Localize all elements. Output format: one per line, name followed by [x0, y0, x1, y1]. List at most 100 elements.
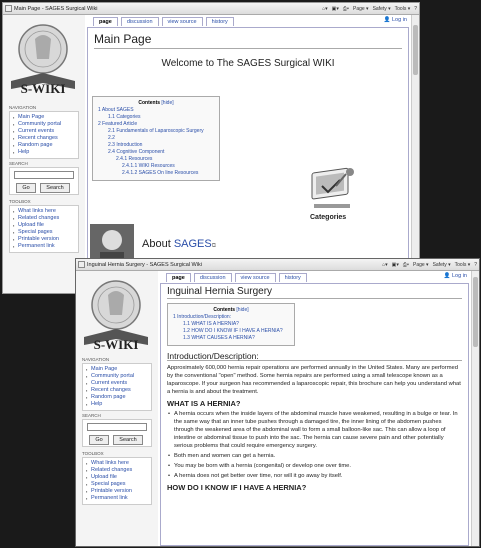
hernia-bullet-list: A hernia occurs when the inside layers o… — [167, 410, 462, 480]
toc-item[interactable]: 1.1 Categories — [98, 114, 214, 121]
home-icon[interactable]: ⌂▾ — [382, 262, 388, 268]
nav-community-portal[interactable]: Community portal — [13, 121, 75, 128]
safety-menu[interactable]: Safety ▾ — [433, 262, 451, 268]
search-button[interactable]: Search — [40, 183, 70, 193]
nav-recent-changes[interactable]: Recent changes — [86, 387, 148, 394]
tab-history[interactable]: history — [278, 273, 307, 282]
toc-item[interactable]: 1.3 WHAT CAUSES A HERNIA? — [173, 335, 289, 342]
print-icon[interactable]: ⎙▾ — [403, 262, 409, 268]
toc-item[interactable]: 2.4 Cognitive Component — [98, 149, 214, 156]
toolbox-printable-version[interactable]: Printable version — [13, 236, 75, 243]
toc-item[interactable]: 2.4.1.2 SAGES On line Resources — [98, 170, 214, 177]
intro-heading: Introduction/Description: — [167, 352, 462, 361]
nav-main-page[interactable]: Main Page — [86, 366, 148, 373]
toc-item[interactable]: 1.2 HOW DO I KNOW IF I HAVE A HERNIA? — [173, 328, 289, 335]
toc-hide-link[interactable]: [hide] — [236, 307, 248, 313]
toc-item[interactable]: 1 Introduction/Description: — [173, 314, 289, 321]
svg-text:S-WIKI: S-WIKI — [94, 337, 139, 352]
toolbox-related-changes[interactable]: Related changes — [86, 467, 148, 474]
scrollbar-thumb[interactable] — [413, 25, 418, 75]
login-link[interactable]: 👤 Log in — [384, 17, 407, 23]
toc-item[interactable]: 2.4.1.1 WIKI Resources — [98, 163, 214, 170]
nav-random-page[interactable]: Random page — [13, 142, 75, 149]
how-do-i-know-heading: HOW DO I KNOW IF I HAVE A HERNIA? — [167, 483, 307, 492]
what-is-hernia-heading: WHAT IS A HERNIA? — [167, 399, 241, 408]
toc-item[interactable]: 1 About SAGES — [98, 107, 214, 114]
toc-hide-link[interactable]: [hide] — [161, 100, 173, 106]
go-button[interactable]: Go — [89, 435, 109, 445]
search-input[interactable] — [14, 171, 74, 179]
tools-menu[interactable]: Tools ▾ — [455, 262, 471, 268]
about-heading: About SAGES⧉ — [142, 238, 216, 250]
toolbox-box: What links here Related changes Upload f… — [82, 457, 152, 505]
toc-item[interactable]: 1.1 WHAT IS A HERNIA? — [173, 321, 289, 328]
home-icon[interactable]: ⌂▾ — [322, 6, 328, 12]
help-icon[interactable]: ? — [414, 6, 417, 12]
search-label: search — [9, 161, 28, 166]
toolbox-related-changes[interactable]: Related changes — [13, 215, 75, 222]
page-menu[interactable]: Page ▾ — [413, 262, 429, 268]
navigation-box: Main Page Community portal Current event… — [9, 111, 79, 159]
toolbox-what-links-here[interactable]: What links here — [13, 208, 75, 215]
about-sages-link[interactable]: SAGES — [174, 238, 212, 250]
login-label: Log in — [452, 273, 467, 279]
toolbox-permanent-link[interactable]: Permanent link — [86, 495, 148, 502]
search-button[interactable]: Search — [113, 435, 143, 445]
welcome-heading: Welcome to The SAGES Surgical WIKI — [161, 58, 335, 69]
tab-discussion[interactable]: discussion — [193, 273, 232, 282]
safety-menu[interactable]: Safety ▾ — [373, 6, 391, 12]
toolbox-printable-version[interactable]: Printable version — [86, 488, 148, 495]
tab-view-source[interactable]: view source — [161, 17, 203, 26]
table-of-contents: Contents [hide] 1 About SAGES 1.1 Catego… — [92, 96, 220, 181]
categories-label[interactable]: Categories — [310, 214, 346, 221]
nav-current-events[interactable]: Current events — [13, 128, 75, 135]
tab-view-source[interactable]: view source — [234, 273, 276, 282]
list-item: Both men and women can get a hernia. — [167, 452, 462, 460]
hernia-page-window: Inguinal Hernia Surgery - SAGES Surgical… — [75, 258, 480, 547]
browser-tab-title[interactable]: Main Page - SAGES Surgical Wiki — [14, 6, 322, 12]
nav-help[interactable]: Help — [86, 401, 148, 408]
feeds-icon[interactable]: ▣▾ — [332, 6, 339, 12]
toc-item[interactable]: 2.2 — [98, 135, 214, 142]
tools-menu[interactable]: Tools ▾ — [395, 6, 411, 12]
scrollbar-thumb[interactable] — [473, 277, 478, 347]
nav-help[interactable]: Help — [13, 149, 75, 156]
page-title: Main Page — [94, 32, 402, 49]
help-icon[interactable]: ? — [474, 262, 477, 268]
toc-item[interactable]: 2.4.1 Resources — [98, 156, 214, 163]
tab-history[interactable]: history — [205, 17, 234, 26]
nav-current-events[interactable]: Current events — [86, 380, 148, 387]
print-icon[interactable]: ⎙▾ — [343, 6, 349, 12]
scrollbar[interactable] — [411, 15, 419, 293]
toolbox-permanent-link[interactable]: Permanent link — [13, 243, 75, 250]
feeds-icon[interactable]: ▣▾ — [392, 262, 399, 268]
tab-page[interactable]: page — [166, 273, 191, 282]
search-input[interactable] — [87, 423, 147, 431]
toolbox-special-pages[interactable]: Special pages — [13, 229, 75, 236]
nav-community-portal[interactable]: Community portal — [86, 373, 148, 380]
page-menu[interactable]: Page ▾ — [353, 6, 369, 12]
nav-random-page[interactable]: Random page — [86, 394, 148, 401]
nav-main-page[interactable]: Main Page — [13, 114, 75, 121]
toolbox-upload-file[interactable]: Upload file — [86, 474, 148, 481]
toolbox-special-pages[interactable]: Special pages — [86, 481, 148, 488]
toc-item[interactable]: 2 Featured Article — [98, 121, 214, 128]
login-link[interactable]: 👤 Log in — [444, 273, 467, 279]
browser-tab-title[interactable]: Inguinal Hernia Surgery - SAGES Surgical… — [87, 262, 382, 268]
toolbox-what-links-here[interactable]: What links here — [86, 460, 148, 467]
title-bar: Main Page - SAGES Surgical Wiki ⌂▾ ▣▾ ⎙▾… — [3, 3, 419, 15]
categories-icon[interactable] — [306, 160, 358, 212]
tab-page[interactable]: page — [93, 17, 118, 26]
nav-recent-changes[interactable]: Recent changes — [13, 135, 75, 142]
go-button[interactable]: Go — [16, 183, 36, 193]
toc-item[interactable]: 2.1 Fundamentals of Laparoscopic Surgery — [98, 128, 214, 135]
page-title: Inguinal Hernia Surgery — [167, 287, 462, 299]
toc-item[interactable]: 2.3 Introduction — [98, 142, 214, 149]
toolbox-upload-file[interactable]: Upload file — [13, 222, 75, 229]
scrollbar[interactable] — [471, 271, 479, 546]
swiki-logo: S-WIKI — [84, 280, 148, 352]
navigation-label: navigation — [9, 105, 37, 110]
tab-discussion[interactable]: discussion — [120, 17, 159, 26]
list-item: You may be born with a hernia (congenita… — [167, 462, 462, 470]
title-bar: Inguinal Hernia Surgery - SAGES Surgical… — [76, 259, 479, 271]
